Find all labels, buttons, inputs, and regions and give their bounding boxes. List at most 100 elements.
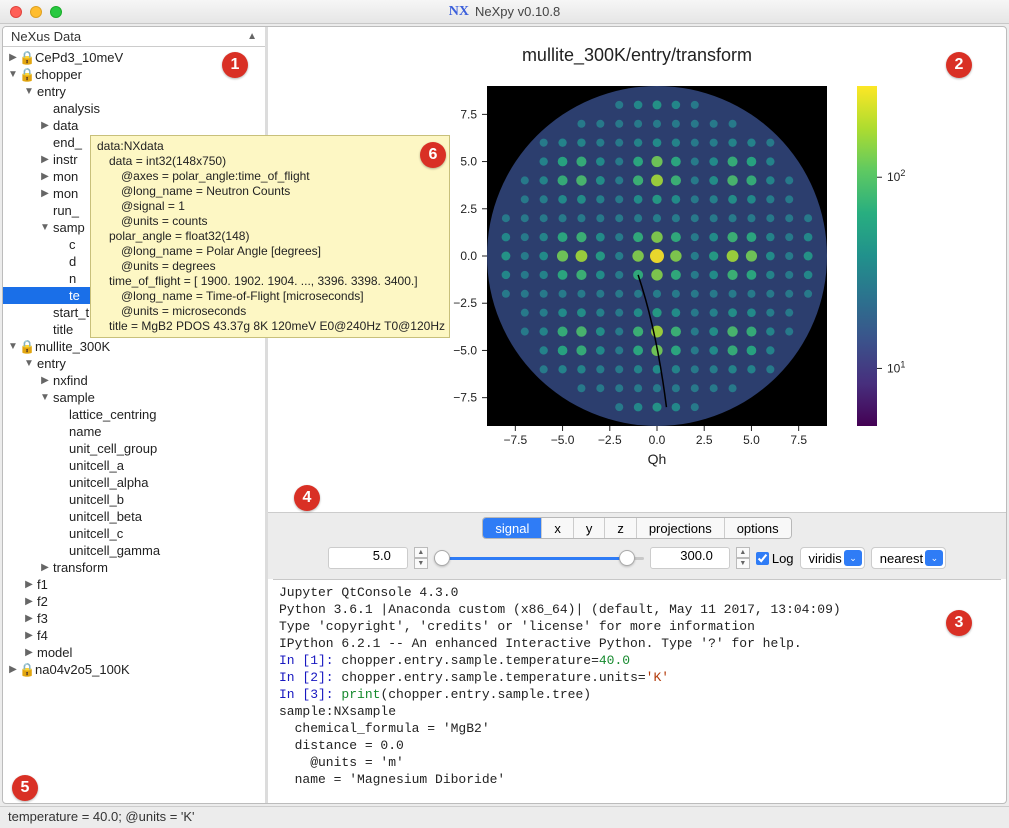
lock-icon: 🔒 bbox=[19, 50, 33, 66]
callout-badge-3: 3 bbox=[946, 610, 972, 636]
close-window-button[interactable] bbox=[10, 6, 22, 18]
tree-header[interactable]: NeXus Data ▲ bbox=[3, 27, 265, 47]
disclosure-closed-icon[interactable]: ▶ bbox=[39, 562, 51, 573]
log-checkbox-input[interactable] bbox=[756, 552, 769, 565]
svg-text:0.0: 0.0 bbox=[460, 249, 477, 263]
svg-text:5.0: 5.0 bbox=[460, 155, 477, 169]
svg-text:2.5: 2.5 bbox=[460, 202, 477, 216]
log-checkbox[interactable]: Log bbox=[756, 551, 794, 566]
log-label: Log bbox=[772, 551, 794, 566]
callout-badge-5: 5 bbox=[12, 775, 38, 801]
disclosure-open-icon[interactable]: ▼ bbox=[7, 341, 19, 352]
disclosure-closed-icon[interactable]: ▶ bbox=[7, 52, 19, 63]
ipython-console[interactable]: Jupyter QtConsole 4.3.0 Python 3.6.1 |An… bbox=[273, 579, 1001, 800]
range-min-input[interactable]: 5.0 bbox=[328, 547, 408, 569]
tree-header-sort-icon[interactable]: ▲ bbox=[247, 31, 257, 42]
range-thumb-lo[interactable] bbox=[434, 550, 450, 566]
disclosure-closed-icon[interactable]: ▶ bbox=[23, 613, 35, 624]
tree-item[interactable]: ▶model bbox=[3, 644, 265, 661]
tab-signal[interactable]: signal bbox=[483, 518, 542, 538]
tab-x[interactable]: x bbox=[542, 518, 574, 538]
tree-item[interactable]: unitcell_alpha bbox=[3, 474, 265, 491]
status-text: temperature = 40.0; @units = 'K' bbox=[8, 809, 195, 824]
plot-controls: signal x y z projections options 5.0 ▲▼ … bbox=[268, 512, 1006, 579]
tree-header-label: NeXus Data bbox=[11, 29, 81, 44]
tree-item[interactable]: ▼entry bbox=[3, 355, 265, 372]
plot-title: mullite_300K/entry/transform bbox=[522, 45, 752, 66]
zoom-window-button[interactable] bbox=[50, 6, 62, 18]
callout-badge-1: 1 bbox=[222, 52, 248, 78]
svg-text:−7.5: −7.5 bbox=[453, 391, 477, 405]
tree-item[interactable]: lattice_centring bbox=[3, 406, 265, 423]
tab-projections[interactable]: projections bbox=[637, 518, 725, 538]
svg-text:−2.5: −2.5 bbox=[453, 296, 477, 310]
tree-item[interactable]: ▶nxfind bbox=[3, 372, 265, 389]
tree-item[interactable]: ▶f1 bbox=[3, 576, 265, 593]
svg-text:102: 102 bbox=[887, 168, 905, 184]
callout-badge-4: 4 bbox=[294, 485, 320, 511]
callout-badge-2: 2 bbox=[946, 52, 972, 78]
tree-item[interactable]: ▶data bbox=[3, 117, 265, 134]
app-icon: NX bbox=[449, 4, 469, 20]
tree-item[interactable]: ▶f3 bbox=[3, 610, 265, 627]
tree-item[interactable]: ▼entry bbox=[3, 83, 265, 100]
tree-item[interactable]: ▼🔒mullite_300K bbox=[3, 338, 265, 355]
lock-icon: 🔒 bbox=[19, 339, 33, 355]
interpolation-select[interactable]: nearest⌄ bbox=[871, 547, 946, 569]
tab-z[interactable]: z bbox=[605, 518, 637, 538]
disclosure-open-icon[interactable]: ▼ bbox=[23, 358, 35, 369]
disclosure-closed-icon[interactable]: ▶ bbox=[7, 664, 19, 675]
range-thumb-hi[interactable] bbox=[619, 550, 635, 566]
tree-item[interactable]: analysis bbox=[3, 100, 265, 117]
svg-text:101: 101 bbox=[887, 359, 905, 375]
disclosure-closed-icon[interactable]: ▶ bbox=[39, 375, 51, 386]
tree-item[interactable]: unitcell_gamma bbox=[3, 542, 265, 559]
svg-text:−2.5: −2.5 bbox=[598, 433, 622, 447]
disclosure-closed-icon[interactable]: ▶ bbox=[23, 596, 35, 607]
tree-item[interactable]: unitcell_beta bbox=[3, 508, 265, 525]
svg-text:0.0: 0.0 bbox=[649, 433, 666, 447]
tree-item[interactable]: unit_cell_group bbox=[3, 440, 265, 457]
range-min-stepper[interactable]: ▲▼ bbox=[414, 547, 428, 569]
range-slider[interactable] bbox=[434, 548, 644, 568]
colormap-value: viridis bbox=[809, 551, 842, 566]
minimize-window-button[interactable] bbox=[30, 6, 42, 18]
disclosure-open-icon[interactable]: ▼ bbox=[39, 392, 51, 403]
lock-icon: 🔒 bbox=[19, 662, 33, 678]
callout-badge-6: 6 bbox=[420, 142, 446, 168]
window-title: NeXpy v0.10.8 bbox=[475, 4, 560, 19]
disclosure-closed-icon[interactable]: ▶ bbox=[23, 647, 35, 658]
disclosure-closed-icon[interactable]: ▶ bbox=[23, 630, 35, 641]
tree-item[interactable]: unitcell_c bbox=[3, 525, 265, 542]
disclosure-closed-icon[interactable]: ▶ bbox=[23, 579, 35, 590]
disclosure-closed-icon[interactable]: ▶ bbox=[39, 120, 51, 131]
tree-item[interactable]: ▶f4 bbox=[3, 627, 265, 644]
svg-text:−7.5: −7.5 bbox=[503, 433, 527, 447]
tree-item[interactable]: name bbox=[3, 423, 265, 440]
svg-text:7.5: 7.5 bbox=[790, 433, 807, 447]
tree-item[interactable]: unitcell_a bbox=[3, 457, 265, 474]
plot-tabs: signal x y z projections options bbox=[276, 517, 998, 539]
svg-text:2.5: 2.5 bbox=[696, 433, 713, 447]
range-max-stepper[interactable]: ▲▼ bbox=[736, 547, 750, 569]
tab-y[interactable]: y bbox=[574, 518, 606, 538]
svg-text:5.0: 5.0 bbox=[743, 433, 760, 447]
status-bar: temperature = 40.0; @units = 'K' bbox=[0, 806, 1009, 828]
colormap-select[interactable]: viridis⌄ bbox=[800, 547, 865, 569]
tree-item[interactable]: ▶f2 bbox=[3, 593, 265, 610]
tree-item[interactable]: unitcell_b bbox=[3, 491, 265, 508]
disclosure-closed-icon[interactable]: ▶ bbox=[39, 188, 51, 199]
range-max-input[interactable]: 300.0 bbox=[650, 547, 730, 569]
disclosure-closed-icon[interactable]: ▶ bbox=[39, 171, 51, 182]
svg-text:7.5: 7.5 bbox=[460, 107, 477, 121]
tree-item[interactable]: ▶transform bbox=[3, 559, 265, 576]
disclosure-open-icon[interactable]: ▼ bbox=[23, 86, 35, 97]
tab-options[interactable]: options bbox=[725, 518, 791, 538]
disclosure-closed-icon[interactable]: ▶ bbox=[39, 154, 51, 165]
tree-tooltip: data:NXdata data = int32(148x750) @axes … bbox=[90, 135, 450, 338]
disclosure-open-icon[interactable]: ▼ bbox=[7, 69, 19, 80]
tree-item[interactable]: ▶🔒na04v2o5_100K bbox=[3, 661, 265, 678]
tree-item[interactable]: ▼sample bbox=[3, 389, 265, 406]
lock-icon: 🔒 bbox=[19, 67, 33, 83]
disclosure-open-icon[interactable]: ▼ bbox=[39, 222, 51, 233]
